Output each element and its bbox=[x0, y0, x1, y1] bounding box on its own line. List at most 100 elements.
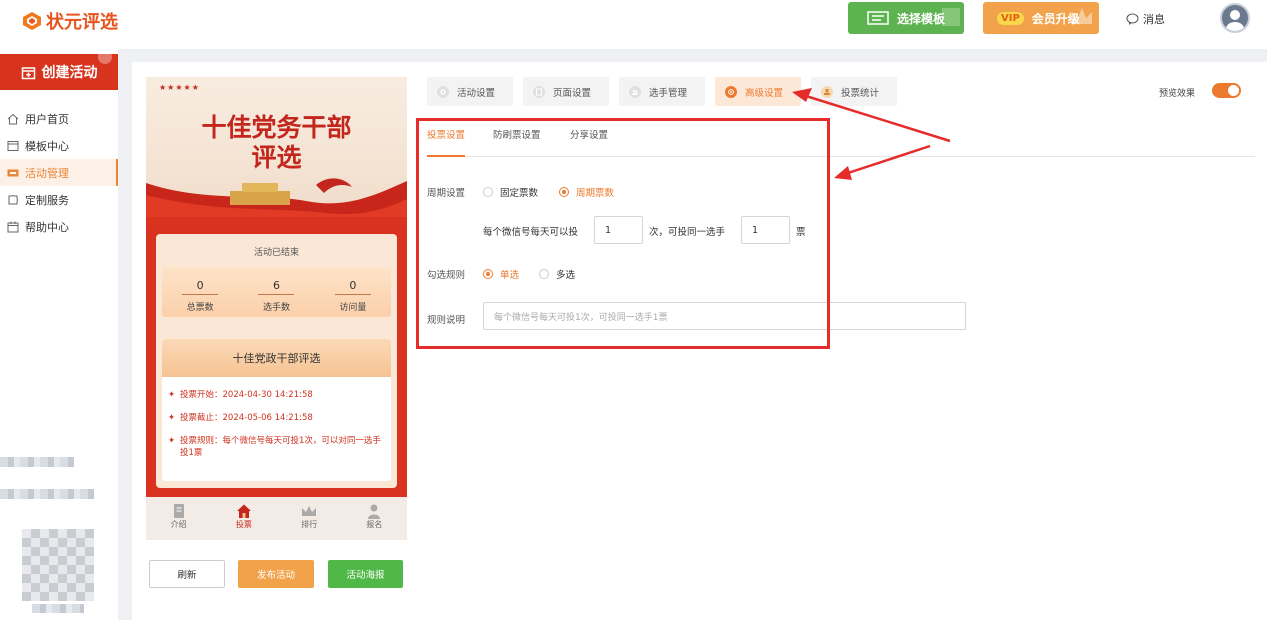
house-icon bbox=[236, 504, 251, 518]
tab-page-settings[interactable]: 页面设置 bbox=[523, 77, 609, 106]
ticket-icon bbox=[7, 169, 19, 176]
create-activity-label: 创建活动 bbox=[41, 65, 98, 81]
vote-start-text: 投票开始：2024-04-30 14:21:58 bbox=[180, 390, 313, 400]
sidebar-item-templates[interactable]: 模板中心 bbox=[0, 132, 118, 159]
user-avatar-icon bbox=[1226, 10, 1244, 31]
preview-nav-vote[interactable]: 投票 bbox=[211, 497, 276, 540]
stat-label: 总票数 bbox=[186, 303, 214, 313]
person-icon bbox=[368, 504, 381, 519]
sidebar-item-label: 定制服务 bbox=[25, 193, 69, 207]
blurred-contact-line bbox=[0, 489, 94, 499]
banner-title: 十佳党务干部 评选 bbox=[146, 113, 407, 173]
stat-value: 0 bbox=[182, 279, 219, 295]
template-icon bbox=[867, 11, 889, 25]
top-bar: 状元评选 选择模板 VIP 会员升级 消息 bbox=[0, 0, 1267, 49]
sidebar-nav: 用户首页 模板中心 活动管理 定制服务 帮助中心 bbox=[0, 105, 118, 240]
banner-title-line2: 评选 bbox=[251, 143, 302, 172]
sidebar-item-help[interactable]: 帮助中心 bbox=[0, 213, 118, 240]
sidebar-item-activity-management[interactable]: 活动管理 bbox=[0, 159, 118, 186]
vote-rule-line: ✦ 投票规则：每个微信号每天可投1次，可以对同一选手投1票 bbox=[168, 435, 385, 459]
annotation-highlight-box bbox=[416, 118, 830, 349]
logo-text: 状元评选 bbox=[46, 12, 118, 33]
messages-link[interactable]: 消息 bbox=[1126, 11, 1165, 27]
stat-label: 访问量 bbox=[339, 303, 367, 313]
preview-nav-label: 排行 bbox=[301, 520, 318, 529]
stat-total-votes: 0 总票数 bbox=[162, 267, 238, 317]
activity-details: ✦ 投票开始：2024-04-30 14:21:58 ✦ 投票截止：2024-05-… bbox=[162, 377, 391, 459]
activity-info-card: 活动已结束 0 总票数 6 选手数 0 访问量 十佳党政干部评选 ✦ 投票开始：… bbox=[156, 234, 397, 488]
logo-icon bbox=[23, 12, 41, 30]
avatar[interactable] bbox=[1220, 3, 1250, 33]
activity-status: 活动已结束 bbox=[253, 248, 299, 258]
calendar-icon bbox=[7, 221, 19, 232]
logo[interactable]: 状元评选 bbox=[22, 8, 118, 34]
sidebar: 创建活动 用户首页 模板中心 活动管理 定制服务 帮助中心 bbox=[0, 49, 118, 620]
preview-bottom-nav: 介绍 投票 排行 报名 bbox=[146, 497, 407, 540]
preview-nav-label: 报名 bbox=[366, 520, 383, 529]
decoration-dot bbox=[98, 54, 112, 64]
gavel-icon bbox=[821, 85, 833, 98]
tab-label: 高级设置 bbox=[745, 87, 784, 99]
stars-decoration: ★★★★★ bbox=[159, 83, 200, 92]
refresh-button[interactable]: 刷新 bbox=[149, 560, 225, 588]
preview-effect-toggle[interactable] bbox=[1212, 83, 1241, 98]
vote-rule-text: 投票规则：每个微信号每天可投1次，可以对同一选手投1票 bbox=[180, 436, 381, 458]
publish-activity-button[interactable]: 发布活动 bbox=[238, 560, 314, 588]
activity-poster-button[interactable]: 活动海报 bbox=[328, 560, 403, 588]
activity-title: 十佳党政干部评选 bbox=[162, 339, 391, 377]
tab-advanced-settings[interactable]: 高级设置 bbox=[715, 77, 801, 106]
grid-decoration-icon bbox=[942, 8, 960, 26]
tab-contestant-management[interactable]: 选手管理 bbox=[619, 77, 705, 106]
vip-badge: VIP bbox=[997, 11, 1024, 25]
sparkle-icon: ✦ bbox=[168, 436, 176, 446]
preview-effect-label: 预览效果 bbox=[1159, 89, 1196, 99]
banner-title-line1: 十佳党务干部 bbox=[201, 113, 352, 142]
sidebar-item-home[interactable]: 用户首页 bbox=[0, 105, 118, 132]
preview-banner: ★★★★★ 十佳党务干部 评选 bbox=[146, 77, 407, 227]
tab-label: 选手管理 bbox=[649, 87, 688, 99]
mobile-preview: ★★★★★ 十佳党务干部 评选 活动已结束 0 总票数 6 选手数 0 访问量 … bbox=[146, 77, 407, 540]
vip-upgrade-button[interactable]: VIP 会员升级 bbox=[983, 2, 1099, 34]
stat-value: 0 bbox=[334, 279, 371, 295]
puzzle-icon bbox=[8, 194, 19, 204]
target-icon bbox=[725, 85, 737, 98]
vote-end-line: ✦ 投票截止：2024-05-06 14:21:58 bbox=[168, 412, 385, 424]
vote-start-line: ✦ 投票开始：2024-04-30 14:21:58 bbox=[168, 389, 385, 401]
stat-contestants: 6 选手数 bbox=[238, 267, 314, 317]
choose-template-button[interactable]: 选择模板 bbox=[848, 2, 964, 34]
messages-label: 消息 bbox=[1143, 13, 1165, 26]
tab-activity-settings[interactable]: 活动设置 bbox=[427, 77, 513, 106]
preview-nav-label: 介绍 bbox=[170, 520, 187, 529]
preview-nav-signup[interactable]: 报名 bbox=[342, 497, 407, 540]
sidebar-item-label: 模板中心 bbox=[25, 139, 69, 153]
crown-icon bbox=[302, 506, 317, 516]
crown-decoration-icon bbox=[1072, 8, 1092, 24]
preview-nav-intro[interactable]: 介绍 bbox=[146, 497, 211, 540]
stat-visits: 0 访问量 bbox=[315, 267, 391, 317]
blurred-qr-code bbox=[22, 529, 94, 601]
stats-panel: 0 总票数 6 选手数 0 访问量 bbox=[162, 267, 391, 317]
chat-bubble-icon bbox=[1126, 13, 1139, 25]
sparkle-icon: ✦ bbox=[168, 413, 176, 423]
home-icon bbox=[7, 113, 19, 124]
tab-label: 页面设置 bbox=[553, 87, 592, 99]
main-panel: ★★★★★ 十佳党务干部 评选 活动已结束 0 总票数 6 选手数 0 访问量 … bbox=[132, 62, 1267, 620]
tab-label: 活动设置 bbox=[457, 87, 496, 99]
blurred-contact-line bbox=[0, 457, 74, 467]
preview-nav-label: 投票 bbox=[235, 520, 252, 529]
sidebar-item-custom-service[interactable]: 定制服务 bbox=[0, 186, 118, 213]
create-activity-button[interactable]: 创建活动 bbox=[0, 54, 118, 90]
sidebar-item-label: 帮助中心 bbox=[25, 220, 69, 234]
tab-label: 投票统计 bbox=[841, 87, 880, 99]
stat-label: 选手数 bbox=[262, 303, 290, 313]
blurred-caption bbox=[32, 604, 84, 613]
document-icon bbox=[173, 504, 184, 518]
choose-template-label: 选择模板 bbox=[896, 11, 945, 26]
gear-icon bbox=[437, 85, 449, 98]
page-icon bbox=[533, 85, 545, 98]
vote-end-text: 投票截止：2024-05-06 14:21:58 bbox=[180, 413, 313, 423]
preview-nav-ranking[interactable]: 排行 bbox=[277, 497, 342, 540]
stat-value: 6 bbox=[258, 279, 295, 295]
tab-vote-statistics[interactable]: 投票统计 bbox=[811, 77, 897, 106]
sparkle-icon: ✦ bbox=[168, 390, 176, 400]
